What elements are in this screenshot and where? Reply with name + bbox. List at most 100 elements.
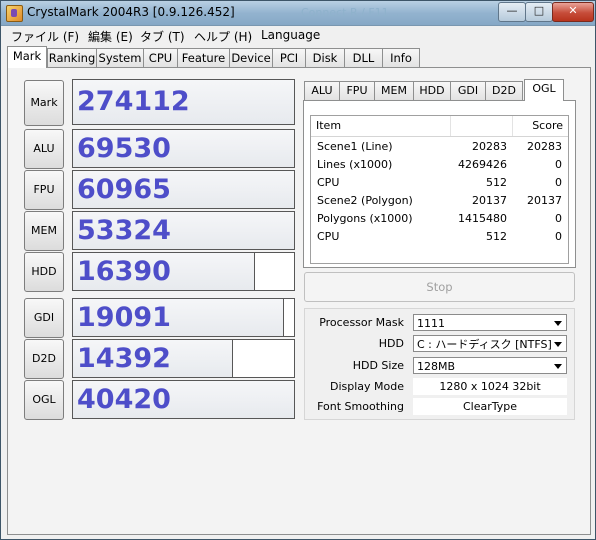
window-title: CrystalMark 2004R3 [0.9.126.452] <box>27 5 235 19</box>
hdd-score-box: 16390 <box>72 252 295 291</box>
subtab-ogl[interactable]: OGL <box>524 79 564 101</box>
d2d-button[interactable]: D2D <box>24 339 64 379</box>
table-row[interactable]: CPU 512 0 <box>311 228 568 246</box>
hdd-score-value: 16390 <box>77 256 171 287</box>
row-item: CPU <box>317 176 340 189</box>
row-item: Scene2 (Polygon) <box>317 194 413 207</box>
alu-score-box: 69530 <box>72 129 295 168</box>
minimize-button[interactable]: — <box>498 2 526 22</box>
column-header-score[interactable]: Score <box>513 116 568 136</box>
row-value: 20137 <box>472 194 507 207</box>
menu-edit[interactable]: 編集 (E) <box>88 28 133 45</box>
table-row[interactable]: Polygons (x1000) 1415480 0 <box>311 210 568 228</box>
display-mode-label: Display Mode <box>329 380 404 393</box>
tab-mark[interactable]: Mark <box>7 46 47 68</box>
chevron-down-icon <box>554 342 562 347</box>
table-row[interactable]: Scene1 (Line) 20283 20283 <box>311 138 568 156</box>
menu-language[interactable]: Language <box>261 28 320 42</box>
table-row[interactable]: CPU 512 0 <box>311 174 568 192</box>
hdd-value: C : ハードディスク [NTFS] <box>417 338 552 351</box>
ogl-detail-panel: Item Score Scene1 (Line) 20283 20283 Lin… <box>303 100 576 268</box>
row-score: 20137 <box>527 194 562 207</box>
ogl-score-box: 40420 <box>72 380 295 419</box>
row-item: Scene1 (Line) <box>317 140 393 153</box>
tab-cpu[interactable]: CPU <box>143 48 178 67</box>
subtab-fpu[interactable]: FPU <box>339 81 375 100</box>
processor-mask-select[interactable]: 1111 <box>413 314 567 331</box>
row-item: Polygons (x1000) <box>317 212 413 225</box>
d2d-score-box: 14392 <box>72 339 295 378</box>
tab-disk[interactable]: Disk <box>305 48 345 67</box>
subtab-alu[interactable]: ALU <box>304 81 340 100</box>
hdd-button[interactable]: HDD <box>24 252 64 292</box>
app-icon[interactable] <box>6 5 23 22</box>
hdd-size-select[interactable]: 128MB <box>413 357 567 374</box>
column-header-value[interactable] <box>451 116 513 136</box>
maximize-button[interactable]: □ <box>525 2 553 22</box>
gdi-button[interactable]: GDI <box>24 298 64 338</box>
alu-score-value: 69530 <box>77 133 171 164</box>
mem-score-value: 53324 <box>77 215 171 246</box>
tab-system[interactable]: System <box>96 48 144 67</box>
ogl-button[interactable]: OGL <box>24 380 64 420</box>
results-list[interactable]: Item Score Scene1 (Line) 20283 20283 Lin… <box>310 115 569 264</box>
menu-tab[interactable]: タブ (T) <box>140 28 185 45</box>
row-score: 0 <box>555 212 562 225</box>
row-score: 0 <box>555 176 562 189</box>
subtab-mem[interactable]: MEM <box>374 81 414 100</box>
menu-bar: ファイル (F) 編集 (E) タブ (T) ヘルプ (H) Language <box>1 26 595 46</box>
tab-feature[interactable]: Feature <box>177 48 230 67</box>
row-value: 4269426 <box>458 158 507 171</box>
menu-file[interactable]: ファイル (F) <box>11 28 79 45</box>
font-smoothing-label: Font Smoothing <box>317 400 404 413</box>
row-value: 1415480 <box>458 212 507 225</box>
row-score: 0 <box>555 158 562 171</box>
row-value: 512 <box>486 230 507 243</box>
app-window: CrystalMark 2004R3 [0.9.126.452] Connect… <box>0 0 596 540</box>
close-icon: ✕ <box>568 4 578 17</box>
fpu-button[interactable]: FPU <box>24 170 64 210</box>
close-button[interactable]: ✕ <box>552 2 594 22</box>
hdd-select[interactable]: C : ハードディスク [NTFS] <box>413 335 567 352</box>
processor-mask-value: 1111 <box>417 317 445 330</box>
alu-button[interactable]: ALU <box>24 129 64 169</box>
subtab-d2d[interactable]: D2D <box>485 81 523 100</box>
mark-panel: Mark 274112 ALU 69530 FPU 60965 MEM 5332… <box>7 67 591 535</box>
table-row[interactable]: Scene2 (Polygon) 20137 20137 <box>311 192 568 210</box>
subtab-hdd[interactable]: HDD <box>413 81 451 100</box>
tab-dll[interactable]: DLL <box>344 48 383 67</box>
d2d-score-value: 14392 <box>77 343 171 374</box>
tab-info[interactable]: Info <box>382 48 420 67</box>
stop-button[interactable]: Stop <box>304 272 575 302</box>
display-mode-value: 1280 x 1024 32bit <box>413 378 567 395</box>
table-row[interactable]: Lines (x1000) 4269426 0 <box>311 156 568 174</box>
mem-score-box: 53324 <box>72 211 295 250</box>
tab-pci[interactable]: PCI <box>272 48 306 67</box>
mark-score-box: 274112 <box>72 79 295 125</box>
title-bar[interactable]: CrystalMark 2004R3 [0.9.126.452] Connect… <box>1 1 595 26</box>
hdd-size-value: 128MB <box>417 360 456 373</box>
row-item: CPU <box>317 230 340 243</box>
menu-help[interactable]: ヘルプ (H) <box>194 28 252 45</box>
ogl-score-value: 40420 <box>77 384 171 415</box>
chevron-down-icon <box>554 364 562 369</box>
gdi-score-box: 19091 <box>72 298 295 337</box>
hdd-size-label: HDD Size <box>352 359 404 372</box>
mark-button[interactable]: Mark <box>24 80 64 126</box>
column-header-item[interactable]: Item <box>311 116 451 136</box>
minimize-icon: — <box>506 4 518 17</box>
processor-mask-label: Processor Mask <box>319 316 404 329</box>
tab-ranking[interactable]: Ranking <box>47 48 97 67</box>
maximize-icon: □ <box>533 4 545 17</box>
row-item: Lines (x1000) <box>317 158 393 171</box>
row-score: 20283 <box>527 140 562 153</box>
tab-device[interactable]: Device <box>229 48 273 67</box>
mem-button[interactable]: MEM <box>24 211 64 251</box>
hdd-label: HDD <box>378 337 404 350</box>
fpu-score-box: 60965 <box>72 170 295 209</box>
subtab-gdi[interactable]: GDI <box>450 81 486 100</box>
settings-panel: Processor Mask 1111 HDD C : ハードディスク [NTF… <box>304 308 575 420</box>
row-value: 20283 <box>472 140 507 153</box>
chevron-down-icon <box>554 321 562 326</box>
row-value: 512 <box>486 176 507 189</box>
